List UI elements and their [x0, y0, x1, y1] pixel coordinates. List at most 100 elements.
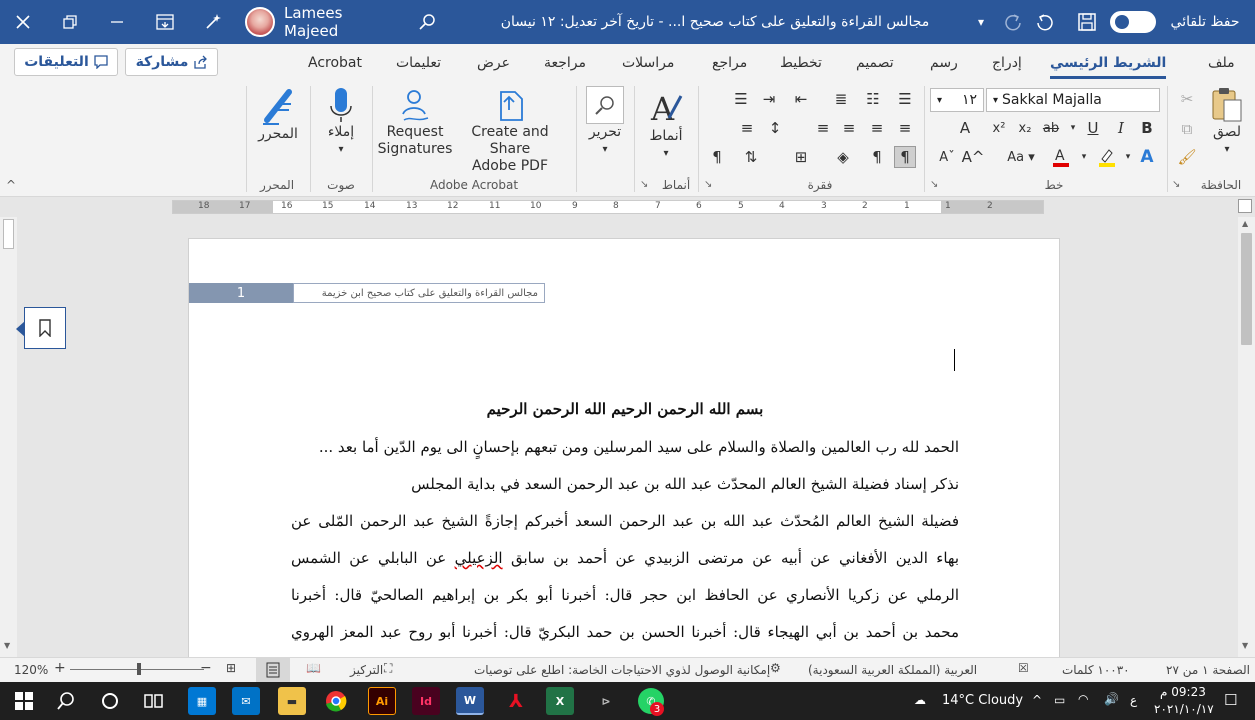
styles-button[interactable]: A أنماط ▾ [640, 88, 692, 162]
chevron-up-icon[interactable]: ^ [1032, 693, 1042, 707]
cut-button[interactable]: ✂ [1176, 88, 1198, 110]
zoom-slider[interactable] [70, 663, 204, 675]
italic-button[interactable]: I [1110, 117, 1132, 139]
text-effects-button[interactable]: A [954, 117, 976, 139]
zoom-out-button[interactable]: − [200, 660, 212, 676]
subscript-button[interactable]: x₂ [1014, 117, 1036, 139]
tab-review[interactable]: مراجعة [544, 55, 586, 71]
shrink-font-button[interactable]: Aˇ [936, 146, 958, 168]
font-name-dropdown-icon[interactable]: ▾ [993, 95, 998, 106]
tab-acrobat[interactable]: Acrobat [308, 55, 362, 71]
tab-mailings[interactable]: مراسلات [622, 55, 674, 71]
show-marks-button[interactable]: ¶ [894, 146, 916, 168]
proofing-icon[interactable]: ☒ [1018, 661, 1029, 675]
highlight-dropdown-icon[interactable]: ▾ [1122, 146, 1134, 168]
chrome-button[interactable] [322, 687, 350, 715]
superscript-button[interactable]: x² [988, 117, 1010, 139]
start-button[interactable] [10, 687, 38, 715]
minimize-button[interactable] [102, 0, 132, 44]
distributed-button[interactable]: ≡ [736, 117, 758, 139]
underline-button[interactable]: U [1082, 117, 1104, 139]
vertical-ruler-down-icon[interactable]: ▼ [4, 641, 10, 650]
font-color-button[interactable]: A [1050, 146, 1072, 168]
justify-button[interactable]: ≡ [812, 117, 834, 139]
change-case-button[interactable]: Aa ▾ [1006, 146, 1036, 168]
language-status[interactable]: العربية (المملكة العربية السعودية) [808, 663, 977, 677]
read-mode-button[interactable]: 📖 [306, 661, 321, 675]
share-button[interactable]: مشاركة [125, 48, 218, 76]
restore-button[interactable] [55, 0, 85, 44]
clipboard-launcher-icon[interactable]: ↘ [1172, 179, 1180, 190]
numbering-button[interactable]: ☷ [862, 88, 884, 110]
designer-button[interactable] [198, 0, 228, 44]
editing-button[interactable]: تحرير ▾ [582, 86, 628, 158]
search-button[interactable] [52, 687, 80, 715]
highlight-button[interactable] [1096, 146, 1118, 168]
grow-font-button[interactable]: A^ [962, 146, 985, 168]
tab-insert[interactable]: إدراج [992, 55, 1022, 71]
word-button[interactable]: W [456, 687, 484, 715]
volume-icon[interactable]: 🔊 [1104, 692, 1119, 706]
close-button[interactable] [8, 0, 38, 44]
store-button[interactable]: ▦ [188, 687, 216, 715]
task-view-button[interactable] [140, 687, 168, 715]
copy-button[interactable]: ⧉ [1176, 118, 1198, 140]
avatar[interactable] [244, 0, 276, 44]
bold-button[interactable]: B [1136, 117, 1158, 139]
document-body[interactable]: بسم الله الرحمن الرحيم الله الرحمن الرحي… [291, 389, 959, 651]
tab-references[interactable]: مراجع [712, 55, 747, 71]
file-explorer-button[interactable]: ▬ [278, 687, 306, 715]
strikethrough-button[interactable]: ab [1040, 117, 1062, 139]
align-right-button[interactable]: ≡ [894, 117, 916, 139]
weather-text[interactable]: 14°C Cloudy [942, 693, 1023, 708]
styles-dropdown-icon[interactable]: ▾ [663, 145, 668, 162]
input-language[interactable]: ع [1130, 693, 1137, 707]
increase-indent-button[interactable]: ⇥ [758, 88, 780, 110]
font-size-dropdown-icon[interactable]: ▾ [937, 95, 942, 106]
autosave-switch[interactable] [1110, 11, 1156, 33]
format-painter-button[interactable]: 🖌 [1176, 146, 1198, 168]
ruler-toggle-icon[interactable] [1238, 199, 1252, 213]
shading-button[interactable]: ◈ [832, 146, 854, 168]
excel-button[interactable]: X [546, 687, 574, 715]
bookmark-button[interactable] [24, 307, 66, 349]
tab-view[interactable]: عرض [477, 55, 510, 71]
horizontal-ruler[interactable]: 18 17 16 15 14 13 12 11 10 9 8 7 6 5 4 3 2 1 1 2 [172, 200, 1044, 214]
document-title[interactable]: مجالس القراءة والتعليق على كتاب صحيح ا..… [460, 0, 970, 44]
font-name-box[interactable]: ▾ Sakkal Majalla [986, 88, 1160, 112]
weather-icon[interactable]: ☁ [914, 693, 926, 707]
underline-dropdown-icon[interactable]: ▾ [1066, 117, 1080, 139]
zoom-slider-thumb[interactable] [137, 663, 141, 675]
zoom-in-button[interactable]: + [54, 660, 66, 676]
vertical-scrollbar[interactable]: ▲ ▼ [1238, 217, 1255, 657]
dictate-button[interactable]: إملاء ▾ [318, 86, 364, 158]
misspelled-word[interactable]: الزعيلي [455, 549, 503, 567]
tab-home[interactable]: الشريط الرئيسي [1050, 55, 1167, 79]
borders-button[interactable]: ⊞ [790, 146, 812, 168]
cortana-button[interactable] [96, 687, 124, 715]
bullets-button[interactable]: ☰ [894, 88, 916, 110]
focus-button[interactable]: التركيز [350, 663, 383, 677]
accessibility-icon[interactable]: ⚙ [770, 661, 781, 675]
vertical-ruler[interactable] [0, 217, 17, 657]
user-name[interactable]: Lamees Majeed [284, 0, 394, 44]
editor-button[interactable]: المحرر [252, 86, 304, 143]
mail-button[interactable]: ✉ [232, 687, 260, 715]
decrease-indent-button[interactable]: ⇤ [790, 88, 812, 110]
tab-draw[interactable]: رسم [930, 55, 958, 71]
editing-dropdown-icon[interactable]: ▾ [602, 141, 607, 158]
save-button[interactable] [1072, 0, 1102, 44]
illustrator-button[interactable]: Ai [368, 687, 396, 715]
request-signatures-button[interactable]: Request Signatures [378, 86, 452, 158]
paste-dropdown-icon[interactable]: ▾ [1224, 141, 1229, 158]
line-spacing-button[interactable]: ↕ [764, 117, 786, 139]
text-effects-icon[interactable]: A [1136, 146, 1158, 168]
ltr-button[interactable]: ¶ [866, 146, 888, 168]
search-button[interactable] [414, 0, 442, 44]
paragraph-launcher-icon[interactable]: ↘ [704, 179, 712, 190]
title-dropdown-icon[interactable]: ▾ [970, 0, 992, 44]
paste-button[interactable]: لصق ▾ [1204, 86, 1250, 158]
tab-layout[interactable]: تخطيط [780, 55, 822, 71]
font-color-dropdown-icon[interactable]: ▾ [1078, 146, 1090, 168]
font-launcher-icon[interactable]: ↘ [930, 179, 938, 190]
